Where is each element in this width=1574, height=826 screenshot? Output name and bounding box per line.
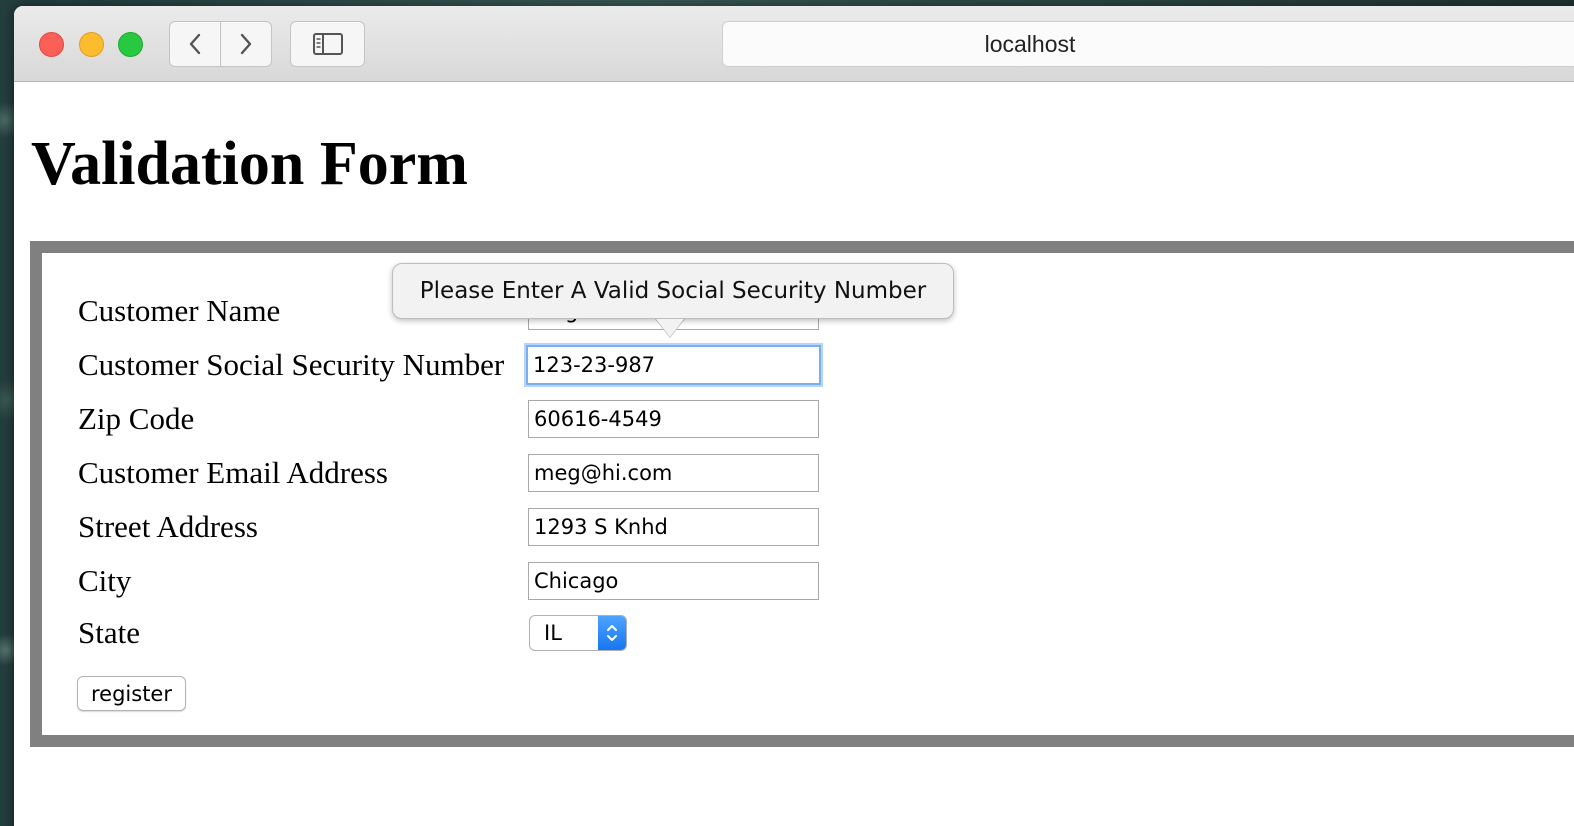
forward-button[interactable]	[220, 22, 271, 66]
ssn-label: Customer Social Security Number	[78, 347, 505, 382]
form-row-zip: Zip Code	[78, 399, 528, 439]
email-label: Customer Email Address	[78, 455, 388, 490]
zip-code-input[interactable]: 60616-4549	[528, 400, 819, 438]
state-select-value: IL	[544, 621, 562, 645]
navigation-buttons	[169, 21, 272, 67]
minimize-window-button[interactable]	[79, 32, 104, 57]
sidebar-toggle-button[interactable]	[290, 21, 365, 67]
browser-window: localhost Validation Form Customer Name …	[14, 6, 1574, 826]
form-row-ssn: Customer Social Security Number	[78, 345, 528, 385]
form-row-email: Customer Email Address	[78, 453, 528, 493]
validation-tooltip: Please Enter A Valid Social Security Num…	[392, 263, 954, 319]
state-label: State	[78, 615, 140, 650]
chevron-right-icon	[240, 33, 252, 55]
chevron-left-icon	[189, 33, 201, 55]
address-bar[interactable]: localhost	[722, 21, 1574, 67]
form-row-city: City	[78, 561, 528, 601]
tooltip-arrow	[656, 319, 684, 337]
address-text: localhost	[984, 30, 1076, 57]
page-content: Validation Form Customer Name Meghan Th …	[14, 83, 1574, 826]
street-address-input[interactable]: 1293 S Knhd	[528, 508, 819, 546]
validation-form: Customer Name Meghan Th Customer Social …	[30, 241, 1574, 747]
email-input[interactable]: meg@hi.com	[528, 454, 819, 492]
zip-code-label: Zip Code	[78, 401, 195, 436]
close-window-button[interactable]	[39, 32, 64, 57]
state-select[interactable]: IL	[529, 615, 627, 651]
ssn-input[interactable]: 123-23-987	[526, 345, 821, 385]
sidebar-icon	[312, 33, 343, 55]
city-label: City	[78, 563, 132, 598]
updown-chevron-icon	[607, 625, 617, 641]
select-arrow	[598, 616, 626, 650]
page-title: Validation Form	[31, 130, 468, 198]
form-row-street: Street Address	[78, 507, 528, 547]
browser-toolbar: localhost	[14, 6, 1574, 82]
register-button[interactable]: register	[77, 676, 186, 711]
form-row-state: State	[78, 613, 528, 653]
city-input[interactable]: Chicago	[528, 562, 819, 600]
maximize-window-button[interactable]	[118, 32, 143, 57]
street-address-label: Street Address	[78, 509, 258, 544]
back-button[interactable]	[170, 22, 220, 66]
